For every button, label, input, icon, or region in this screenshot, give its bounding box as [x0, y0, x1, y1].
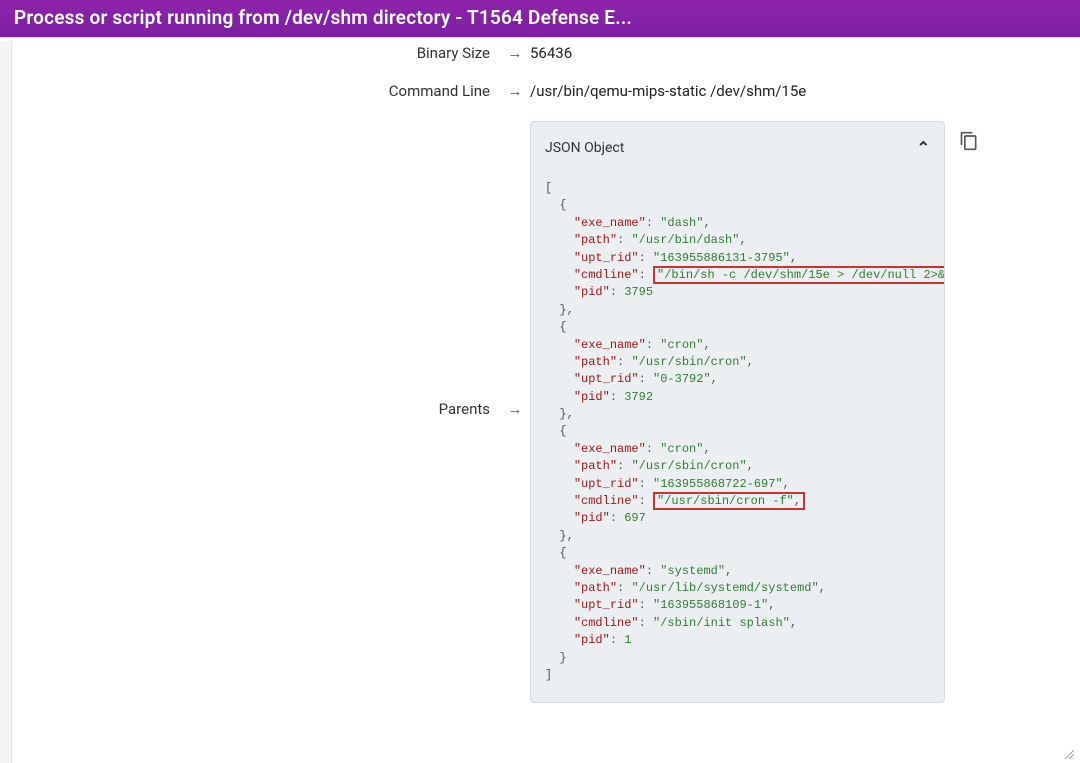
page-title-bar: Process or script running from /dev/shm … [0, 0, 1080, 37]
row-parents: Parents → JSON Object ⌃ [ { "exe_name": … [20, 117, 1060, 703]
json-panel-wrapper: JSON Object ⌃ [ { "exe_name": "dash", "p… [530, 121, 945, 703]
arrow-icon: → [500, 41, 530, 65]
value-parents: JSON Object ⌃ [ { "exe_name": "dash", "p… [530, 117, 1060, 703]
chevron-up-icon[interactable]: ⌃ [917, 136, 930, 160]
row-binary-size: Binary Size → 56436 [20, 41, 1060, 65]
json-panel: JSON Object ⌃ [ { "exe_name": "dash", "p… [530, 121, 945, 703]
page-body: Binary Size → 56436 Command Line → /usr/… [0, 41, 1080, 763]
resize-handle-icon [1062, 747, 1074, 759]
value-command-line: /usr/bin/qemu-mips-static /dev/shm/15e [530, 79, 1060, 103]
page-title: Process or script running from /dev/shm … [14, 6, 632, 29]
label-command-line: Command Line [20, 79, 500, 103]
left-gutter [0, 41, 12, 763]
copy-icon[interactable] [959, 131, 979, 151]
arrow-icon: → [500, 397, 530, 421]
label-binary-size: Binary Size [20, 41, 500, 65]
json-panel-header[interactable]: JSON Object ⌃ [531, 122, 944, 170]
label-parents: Parents [20, 397, 500, 421]
arrow-icon: → [500, 79, 530, 103]
json-panel-body: [ { "exe_name": "dash", "path": "/usr/bi… [531, 170, 944, 702]
row-command-line: Command Line → /usr/bin/qemu-mips-static… [20, 79, 1060, 103]
json-panel-title: JSON Object [545, 136, 624, 160]
value-binary-size: 56436 [530, 41, 1060, 65]
